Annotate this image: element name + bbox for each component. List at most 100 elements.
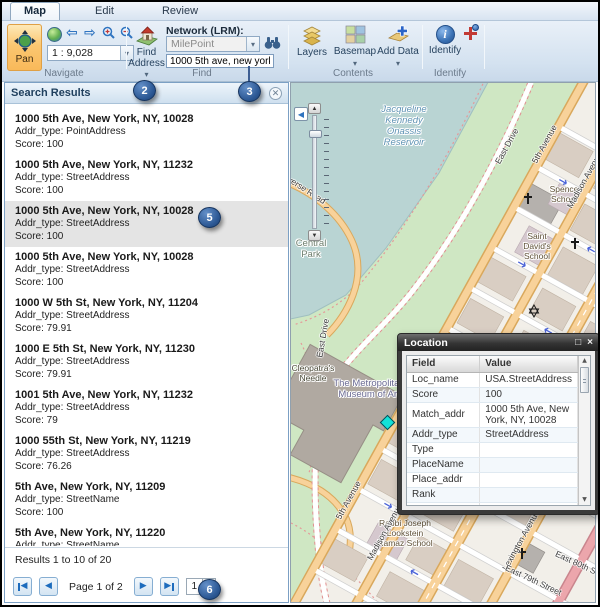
result-address: 5th Ave, New York, NY, 11220	[15, 527, 278, 539]
result-item[interactable]: 1000 55th St, New York, NY, 11219 Addr_t…	[5, 431, 288, 477]
scroll-up-icon[interactable]: ▲	[579, 356, 590, 366]
result-score: Score: 100	[15, 185, 278, 198]
next-extent-button[interactable]: ⇨	[84, 26, 96, 40]
table-row: Place_addr	[407, 472, 578, 487]
contents-group-label: Contents	[311, 68, 395, 79]
pagination-bar: ◀ ◀ Page 1 of 2 ▶ ▶ 1 ▾	[13, 577, 216, 596]
basemap-icon	[345, 25, 366, 45]
basemap-dropdown-arrow[interactable]: ▾	[353, 59, 357, 68]
scale-value: 1 : 9,028	[48, 46, 120, 60]
group-separator	[126, 25, 127, 69]
results-summary: Results 1 to 10 of 20	[15, 554, 111, 566]
result-address: 1000 5th Ave, New York, NY, 10028	[15, 251, 278, 263]
result-item[interactable]: 1000 5th Ave, New York, NY, 10028 Addr_t…	[5, 109, 288, 155]
result-addr-type: Addr_type: StreetAddress	[15, 448, 278, 461]
collapse-panel-button[interactable]: ◀	[294, 107, 308, 121]
result-addr-type: Addr_type: StreetAddress	[15, 356, 278, 369]
zoom-slider-track[interactable]	[312, 115, 317, 229]
result-item[interactable]: 1000 5th Ave, New York, NY, 10028 Addr_t…	[5, 247, 288, 293]
result-item-selected[interactable]: 1000 5th Ave, New York, NY, 10028 Addr_t…	[5, 201, 288, 247]
result-item[interactable]: 5th Ave, New York, NY, 11209 Addr_type: …	[5, 477, 288, 523]
app-window: Map Edit Review Pan ⇦ ⇨	[0, 0, 600, 607]
group-separator	[288, 25, 289, 69]
result-address: 1000 55th St, New York, NY, 11219	[15, 435, 278, 447]
zoom-slider-thumb[interactable]	[309, 130, 322, 138]
scrollbar-thumb[interactable]	[580, 367, 589, 393]
find-button[interactable]	[264, 36, 281, 50]
ribbon: Pan ⇦ ⇨ 1 : 9,028 ▾ Navigate	[2, 21, 598, 82]
tab-edit[interactable]: Edit	[82, 3, 127, 20]
zoom-in-icon	[102, 26, 116, 40]
add-data-dropdown-arrow[interactable]: ▾	[396, 59, 400, 68]
find-address-house-icon	[135, 24, 159, 46]
popup-scrollbar[interactable]: ▲ ▼	[578, 356, 590, 505]
add-data-button[interactable]: Add Data ▾	[376, 25, 420, 68]
result-addr-type: Addr_type: StreetAddress	[15, 218, 278, 231]
result-item[interactable]: 5th Ave, New York, NY, 11220 Addr_type: …	[5, 523, 288, 546]
result-item[interactable]: 1001 5th Ave, New York, NY, 11232 Addr_t…	[5, 385, 288, 431]
first-page-button[interactable]: ◀	[13, 577, 32, 596]
group-separator	[422, 25, 423, 69]
binoculars-icon	[264, 36, 281, 50]
group-separator	[484, 25, 485, 69]
result-address: 1000 W 5th St, New York, NY, 11204	[15, 297, 278, 309]
network-dropdown-arrow: ▾	[246, 37, 259, 51]
identify-group-label: Identify	[408, 68, 492, 79]
identify-icon: i	[436, 25, 455, 44]
result-address: 1000 5th Ave, New York, NY, 10028	[15, 113, 278, 125]
result-addr-type: Addr_type: StreetName	[15, 540, 278, 546]
find-address-dropdown-arrow[interactable]: ▾	[144, 70, 148, 79]
tab-review[interactable]: Review	[149, 3, 211, 20]
identify-route-icon[interactable]	[464, 27, 477, 40]
pager-divider	[5, 547, 288, 548]
add-data-icon	[387, 25, 410, 45]
result-address: 1000 5th Ave, New York, NY, 11232	[15, 159, 278, 171]
ribbon-tab-bar: Map Edit Review	[2, 2, 598, 21]
full-extent-button[interactable]	[47, 27, 62, 42]
result-item[interactable]: 1000 E 5th St, New York, NY, 11230 Addr_…	[5, 339, 288, 385]
location-popup-titlebar[interactable]: Location □ ×	[398, 334, 599, 351]
previous-page-button[interactable]: ◀	[39, 577, 58, 596]
pan-globe-icon	[14, 30, 36, 52]
results-list: 1000 5th Ave, New York, NY, 10028 Addr_t…	[5, 105, 288, 546]
result-addr-type: Addr_type: StreetAddress	[15, 402, 278, 415]
layers-label: Layers	[297, 48, 327, 59]
maximize-icon[interactable]: □	[575, 338, 581, 348]
tab-map[interactable]: Map	[10, 2, 60, 20]
scale-combobox[interactable]: 1 : 9,028 ▾	[47, 45, 134, 61]
layers-button[interactable]: Layers	[293, 25, 331, 59]
next-page-button[interactable]: ▶	[134, 577, 153, 596]
page-label: Page 1 of 2	[69, 581, 123, 593]
zoom-slider-up-button[interactable]: ▲	[308, 103, 321, 114]
table-row: Loc_nameUSA.StreetAddress	[407, 372, 578, 387]
value-column-header: Value	[480, 356, 578, 372]
zoom-in-button[interactable]	[102, 26, 116, 40]
callout-badge-6: 6	[198, 579, 221, 600]
pan-button[interactable]: Pan	[7, 24, 42, 71]
attribute-table: Field Value Loc_nameUSA.StreetAddress Sc…	[407, 356, 578, 506]
result-addr-type: Addr_type: StreetAddress	[15, 264, 278, 277]
result-item[interactable]: 1000 W 5th St, New York, NY, 11204 Addr_…	[5, 293, 288, 339]
zoom-slider-ticks	[324, 119, 329, 225]
find-address-button[interactable]: Find Address ▾	[129, 24, 164, 79]
table-row: Type	[407, 442, 578, 457]
result-address: 1001 5th Ave, New York, NY, 11232	[15, 389, 278, 401]
result-item[interactable]: 1000 5th Ave, New York, NY, 11232 Addr_t…	[5, 155, 288, 201]
field-column-header: Field	[407, 356, 480, 372]
close-panel-icon[interactable]: ✕	[269, 87, 282, 100]
previous-extent-button[interactable]: ⇦	[66, 26, 78, 40]
scroll-down-icon[interactable]: ▼	[579, 495, 590, 505]
forward-arrow-icon: ⇨	[84, 26, 96, 40]
result-addr-type: Addr_type: StreetAddress	[15, 172, 278, 185]
close-icon[interactable]: ×	[587, 338, 593, 348]
globe-icon	[47, 27, 62, 42]
last-page-button[interactable]: ▶	[160, 577, 179, 596]
zoom-slider-down-button[interactable]: ▼	[308, 230, 321, 241]
callout-3-stem	[248, 66, 250, 82]
result-score: Score: 79.91	[15, 323, 278, 336]
callout-badge-2: 2	[133, 80, 156, 101]
address-search-input[interactable]	[166, 54, 274, 68]
result-addr-type: Addr_type: PointAddress	[15, 126, 278, 139]
basemap-button[interactable]: Basemap ▾	[333, 25, 377, 68]
identify-button[interactable]: i Identify	[426, 25, 464, 57]
